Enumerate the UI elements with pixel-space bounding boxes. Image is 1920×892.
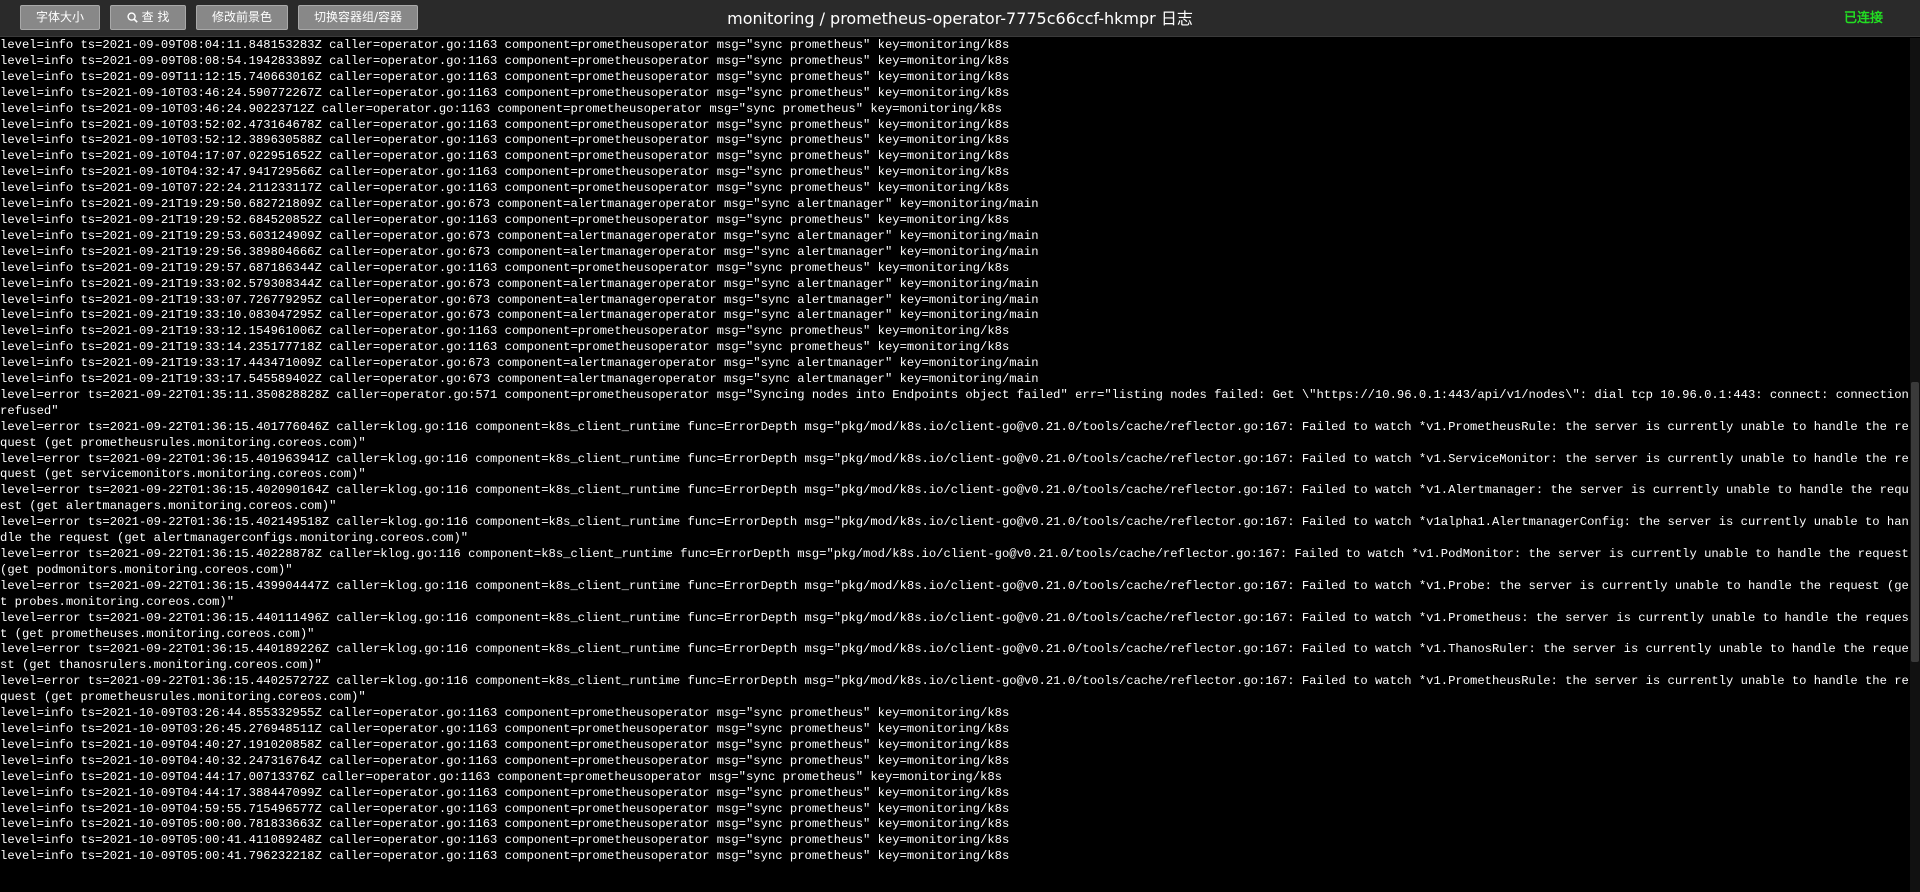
log-line: level=error ts=2021-09-22T01:36:15.43990… bbox=[0, 578, 1909, 609]
log-line: level=info ts=2021-10-09T05:00:41.411089… bbox=[0, 833, 1010, 848]
switch-container-button[interactable]: 切换容器组/容器 bbox=[298, 5, 418, 30]
search-button-label: 查 找 bbox=[141, 10, 170, 24]
log-output[interactable]: level=info ts=2021-09-09T08:04:11.848153… bbox=[0, 38, 1910, 892]
connection-status: 已连接 bbox=[1843, 11, 1883, 26]
log-line: level=info ts=2021-09-10T07:22:24.211233… bbox=[0, 181, 1010, 196]
log-line: level=error ts=2021-09-22T01:36:15.44011… bbox=[0, 610, 1909, 641]
log-line: level=info ts=2021-09-21T19:33:12.154961… bbox=[0, 324, 1010, 339]
log-line: level=error ts=2021-09-22T01:36:15.40177… bbox=[0, 419, 1909, 450]
log-line: level=info ts=2021-09-10T03:46:24.590772… bbox=[0, 85, 1010, 100]
log-line: level=error ts=2021-09-22T01:36:15.44025… bbox=[0, 674, 1909, 705]
log-line: level=info ts=2021-09-21T19:29:50.682721… bbox=[0, 197, 1039, 212]
log-line: level=info ts=2021-10-09T04:44:17.007133… bbox=[0, 769, 1002, 784]
log-line: level=info ts=2021-09-10T04:32:47.941729… bbox=[0, 165, 1010, 180]
log-line: level=info ts=2021-09-09T08:08:54.194283… bbox=[0, 53, 1010, 68]
change-foreground-color-label: 修改前景色 bbox=[211, 10, 272, 24]
log-line: level=info ts=2021-09-21T19:29:52.684520… bbox=[0, 212, 1010, 227]
log-line: level=info ts=2021-10-09T04:59:55.715496… bbox=[0, 801, 1010, 816]
log-line: level=info ts=2021-09-21T19:33:14.235177… bbox=[0, 340, 1010, 355]
log-line: level=info ts=2021-09-21T19:29:56.389804… bbox=[0, 244, 1039, 259]
log-line: level=info ts=2021-09-21T19:33:17.443471… bbox=[0, 356, 1039, 371]
font-size-button-label: 字体大小 bbox=[35, 10, 84, 24]
window-title: monitoring / prometheus-operator-7775c66… bbox=[727, 9, 1193, 28]
log-scrollbar[interactable] bbox=[1910, 38, 1920, 892]
scrollbar-thumb[interactable] bbox=[1911, 382, 1919, 662]
log-line: level=info ts=2021-10-09T04:44:17.388447… bbox=[0, 785, 1010, 800]
log-line: level=error ts=2021-09-22T01:36:15.40196… bbox=[0, 451, 1909, 482]
log-line: level=info ts=2021-09-10T04:17:07.022951… bbox=[0, 149, 1010, 164]
log-line: level=info ts=2021-09-09T08:04:11.848153… bbox=[0, 38, 1010, 52]
font-size-button[interactable]: 字体大小 bbox=[20, 5, 100, 30]
log-line: level=info ts=2021-09-10T03:46:24.902237… bbox=[0, 101, 1002, 116]
log-line: level=info ts=2021-10-09T04:40:32.247316… bbox=[0, 753, 1010, 768]
log-line: level=info ts=2021-10-09T03:26:44.855332… bbox=[0, 706, 1010, 721]
search-icon bbox=[126, 12, 138, 23]
log-line: level=info ts=2021-10-09T04:40:27.191020… bbox=[0, 737, 1010, 752]
search-button[interactable]: 查 找 bbox=[110, 5, 186, 30]
log-line: level=info ts=2021-10-09T05:00:41.796232… bbox=[0, 849, 1010, 864]
change-foreground-color-button[interactable]: 修改前景色 bbox=[196, 5, 288, 30]
log-line: level=info ts=2021-09-21T19:33:02.579308… bbox=[0, 276, 1039, 291]
toolbar: 字体大小 查 找 修改前景色 切换容器组/容器 monitoring / pro… bbox=[0, 0, 1920, 37]
log-line: level=info ts=2021-09-21T19:29:53.603124… bbox=[0, 228, 1039, 243]
log-line: level=info ts=2021-09-21T19:33:17.545589… bbox=[0, 372, 1039, 387]
log-line: level=error ts=2021-09-22T01:36:15.40228… bbox=[0, 547, 1909, 577]
switch-container-label: 切换容器组/容器 bbox=[313, 10, 403, 24]
log-line: level=info ts=2021-09-21T19:33:10.083047… bbox=[0, 308, 1039, 323]
log-line: level=error ts=2021-09-22T01:35:11.35082… bbox=[0, 387, 1909, 418]
log-line: level=info ts=2021-09-10T03:52:12.389630… bbox=[0, 133, 1010, 148]
log-line: level=info ts=2021-09-21T19:33:07.726779… bbox=[0, 292, 1039, 307]
log-line: level=info ts=2021-10-09T03:26:45.276948… bbox=[0, 721, 1010, 736]
log-line: level=info ts=2021-09-10T03:52:02.473164… bbox=[0, 117, 1010, 132]
log-line: level=error ts=2021-09-22T01:36:15.40214… bbox=[0, 515, 1909, 546]
log-line: level=info ts=2021-10-09T05:00:00.781833… bbox=[0, 817, 1010, 832]
log-line: level=error ts=2021-09-22T01:36:15.40209… bbox=[0, 483, 1909, 514]
log-line: level=error ts=2021-09-22T01:36:15.44018… bbox=[0, 642, 1909, 673]
log-line: level=info ts=2021-09-09T11:12:15.740663… bbox=[0, 69, 1010, 84]
log-line: level=info ts=2021-09-21T19:29:57.687186… bbox=[0, 260, 1010, 275]
